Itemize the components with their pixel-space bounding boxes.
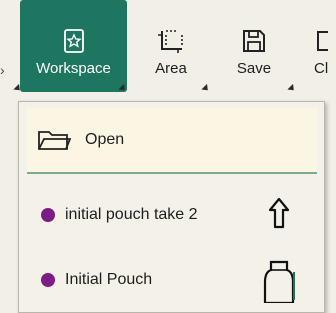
workspace-name: initial pouch take 2 xyxy=(65,206,198,223)
ribbon-left-edge: › xyxy=(0,62,5,78)
workspace-icon xyxy=(63,26,85,56)
open-label: Open xyxy=(85,131,125,148)
pouch-icon[interactable] xyxy=(263,258,295,303)
area-select-icon xyxy=(156,26,186,56)
workspace-button[interactable]: Workspace xyxy=(20,0,127,92)
floppy-disk-icon xyxy=(241,26,267,56)
save-dropdown-arrow-icon xyxy=(287,83,297,94)
workspace-label: Workspace xyxy=(36,60,111,77)
area-button[interactable]: Area xyxy=(141,0,201,92)
folder-open-icon xyxy=(38,131,71,150)
cl-label: Cl xyxy=(314,60,329,77)
close-button-partial[interactable]: Cl xyxy=(314,0,336,92)
ribbon-toolbar: › Workspace Area Save Cl xyxy=(0,0,336,100)
area-label: Area xyxy=(155,60,187,77)
save-button[interactable]: Save xyxy=(226,0,282,92)
workspace-color-dot xyxy=(41,273,55,287)
open-menu-item[interactable]: Open xyxy=(27,108,317,174)
workspace-color-dot xyxy=(41,208,55,222)
arrow-up-icon[interactable] xyxy=(268,196,290,230)
workspace-name: Initial Pouch xyxy=(65,271,153,288)
area-dropdown-arrow-icon xyxy=(201,83,211,94)
partial-icon xyxy=(314,26,328,56)
save-label: Save xyxy=(236,60,272,77)
